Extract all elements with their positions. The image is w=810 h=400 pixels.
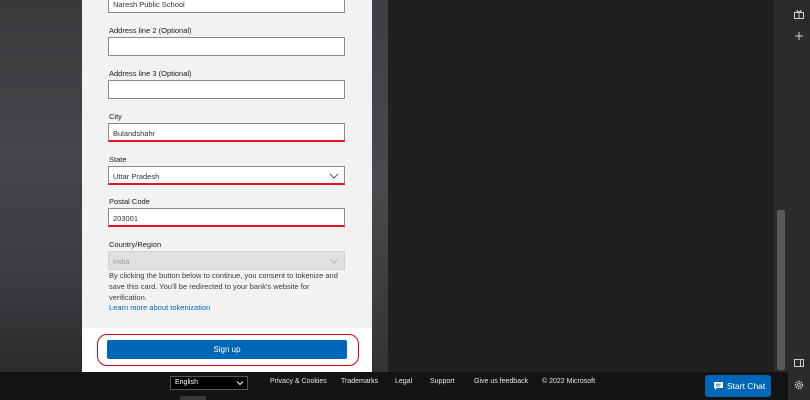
scrollbar-thumb[interactable] (777, 210, 785, 370)
address-form-panel: Naresh Public School Address line 2 (Opt… (82, 0, 372, 372)
address-line2-input[interactable] (108, 37, 345, 56)
address-line2-label: Address line 2 (Optional) (109, 26, 192, 35)
postal-code-input[interactable]: 203001 (108, 208, 345, 227)
background-right (372, 0, 388, 372)
start-chat-label: Start Chat (727, 381, 766, 391)
support-link[interactable]: Support (430, 378, 455, 385)
chevron-down-icon (236, 381, 244, 386)
gear-icon[interactable] (793, 379, 805, 391)
address-line1-value: Naresh Public School (113, 0, 185, 9)
feedback-link[interactable]: Give us feedback (474, 378, 528, 385)
content-blank-area (388, 0, 774, 372)
city-label: City (109, 112, 122, 121)
legal-link[interactable]: Legal (395, 378, 412, 385)
address-line3-input[interactable] (108, 80, 345, 99)
state-value: Uttar Pradesh (113, 172, 160, 181)
sign-up-button[interactable]: Sign up (107, 340, 347, 359)
learn-more-tokenization-link[interactable]: Learn more about tokenization (109, 303, 210, 312)
postal-code-label: Postal Code (109, 197, 150, 206)
gift-icon[interactable] (793, 8, 805, 20)
page-scrollbar[interactable] (774, 0, 788, 372)
consent-text: By clicking the button below to continue… (109, 271, 338, 302)
address-line3-label: Address line 3 (Optional) (109, 69, 192, 78)
privacy-cookies-link[interactable]: Privacy & Cookies (270, 378, 327, 385)
language-select[interactable]: English (170, 376, 248, 390)
country-select: India (108, 251, 345, 270)
chat-icon (714, 382, 723, 390)
trademarks-link[interactable]: Trademarks (341, 378, 378, 385)
submit-area: Sign up (82, 328, 372, 372)
city-input[interactable]: Bulandshahr (108, 123, 345, 142)
chevron-down-icon (329, 173, 339, 179)
sidebar-toggle-icon[interactable] (793, 357, 805, 369)
site-footer: English Privacy & Cookies Trademarks Leg… (0, 372, 788, 400)
city-value: Bulandshahr (113, 129, 156, 138)
country-value: India (113, 257, 130, 266)
chevron-down-icon (329, 258, 339, 264)
copyright-text: © 2022 Microsoft (542, 378, 596, 385)
start-chat-button[interactable]: Start Chat (705, 375, 771, 397)
postal-code-value: 203001 (113, 214, 139, 223)
address-line1-input[interactable]: Naresh Public School (108, 0, 345, 13)
language-value: English (175, 379, 198, 386)
footer-mini-bar (180, 396, 206, 400)
add-icon[interactable] (793, 30, 805, 42)
state-label: State (109, 155, 127, 164)
browser-side-toolbar (788, 0, 810, 400)
country-label: Country/Region (109, 240, 162, 249)
background-left (0, 0, 82, 372)
state-select[interactable]: Uttar Pradesh (108, 166, 345, 185)
